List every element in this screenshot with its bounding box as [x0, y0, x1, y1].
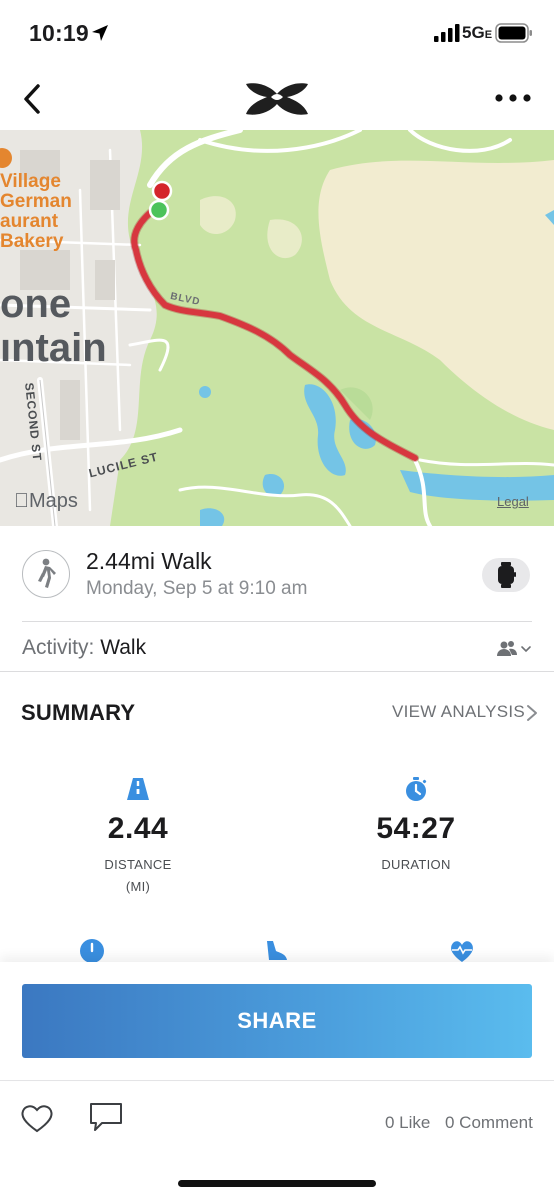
stopwatch-icon [406, 777, 427, 801]
home-indicator [178, 1180, 376, 1187]
chevron-right-icon[interactable] [524, 703, 540, 723]
summary-header: SUMMARY VIEW ANALYSIS [0, 672, 554, 752]
poi-label[interactable]: Village German aurant Bakery [0, 172, 72, 252]
activity-value: Walk [100, 636, 147, 659]
distance-stat: 2.44 DISTANCE (MI) [48, 776, 228, 898]
friends-privacy-icon[interactable] [494, 638, 534, 660]
share-panel: SHARE [0, 962, 554, 1080]
apple-logo-icon:  [14, 490, 29, 512]
maps-attribution: Maps [14, 490, 78, 512]
speed-gauge-icon [80, 939, 104, 963]
duration-value: 54:27 [376, 812, 456, 845]
distance-value: 2.44 [107, 812, 169, 845]
share-button[interactable]: SHARE [22, 984, 532, 1058]
route-end-marker [151, 180, 173, 202]
network-type: 5GE [462, 23, 493, 42]
clock: 10:19 [29, 20, 89, 46]
back-chevron-icon[interactable] [18, 82, 48, 116]
workout-header: 2.44mi Walk Monday, Sep 5 at 9:10 am [0, 526, 554, 622]
town-label: one ıntain [0, 282, 107, 370]
cellular-signal-icon [434, 24, 460, 42]
device-badge[interactable] [482, 558, 530, 592]
location-arrow-icon [92, 25, 108, 41]
under-armour-logo [246, 83, 308, 115]
status-bar: 10:19 5GE [0, 0, 554, 64]
heart-rate-icon [451, 941, 473, 962]
activity-label: Activity: Walk [22, 636, 147, 659]
legal-link[interactable]: Legal [497, 494, 529, 509]
activity-row[interactable]: Activity: Walk [0, 622, 554, 672]
watch-icon [498, 562, 516, 588]
walking-person-icon [22, 550, 70, 598]
battery-icon [495, 23, 532, 43]
route-start-marker [148, 199, 170, 221]
duration-stat: 54:27 DURATION [326, 776, 506, 876]
view-analysis-link[interactable]: VIEW ANALYSIS [392, 702, 525, 722]
shoe-icon [267, 941, 287, 960]
likes-count[interactable]: 0 Like [385, 1113, 430, 1133]
more-horizontal-icon[interactable] [493, 88, 533, 108]
nav-bar [0, 64, 554, 130]
road-icon [127, 778, 149, 800]
workout-date: Monday, Sep 5 at 9:10 am [86, 578, 308, 599]
distance-caption: DISTANCE (MI) [104, 857, 172, 894]
duration-caption: DURATION [381, 857, 451, 872]
summary-heading: SUMMARY [21, 700, 136, 725]
route-map[interactable]: Village German aurant Bakery one ıntain … [0, 130, 554, 526]
comment-bubble-icon[interactable] [88, 1101, 124, 1133]
like-heart-icon[interactable] [20, 1103, 54, 1133]
workout-title: 2.44mi Walk [86, 548, 212, 574]
comments-count[interactable]: 0 Comment [445, 1113, 533, 1133]
